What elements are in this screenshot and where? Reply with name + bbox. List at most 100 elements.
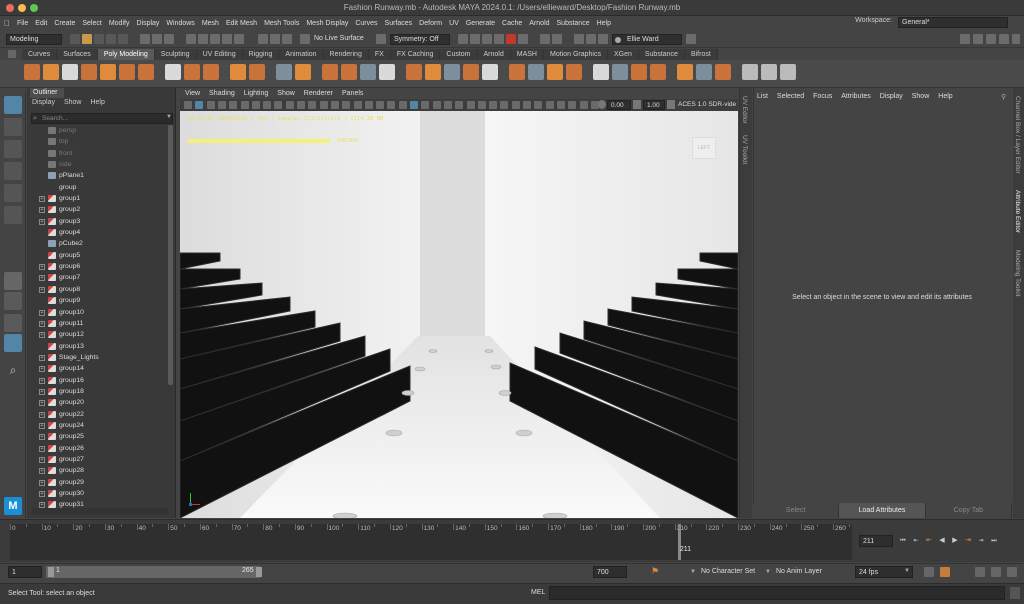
lighting-icon[interactable] xyxy=(534,101,543,109)
expand-icon[interactable]: + xyxy=(39,320,45,327)
film-gate-icon[interactable] xyxy=(263,101,272,109)
planar-map-icon[interactable] xyxy=(696,64,712,80)
outliner-item[interactable]: group4 xyxy=(31,227,167,238)
outliner-tab[interactable]: Outliner xyxy=(30,88,64,98)
render-setup-icon[interactable] xyxy=(518,34,528,44)
poly-plane-icon[interactable] xyxy=(119,64,135,80)
outliner-item[interactable]: + group11 xyxy=(31,318,167,329)
render-view-icon[interactable] xyxy=(506,34,516,44)
ipr-render-icon[interactable] xyxy=(470,34,480,44)
fill-hole-icon[interactable] xyxy=(463,64,479,80)
camera-attributes-icon[interactable] xyxy=(195,101,204,109)
output-ops-icon[interactable] xyxy=(282,34,292,44)
go-to-start-icon[interactable]: ⏮ xyxy=(898,536,908,546)
menu-edit-mesh[interactable]: Edit Mesh xyxy=(226,20,257,27)
shelf-tab-mash[interactable]: MASH xyxy=(510,49,544,60)
script-editor-icon[interactable] xyxy=(1010,587,1020,599)
outliner-item[interactable]: pCube2 xyxy=(31,238,167,249)
textured-icon[interactable] xyxy=(364,101,373,109)
save-scene-icon[interactable] xyxy=(94,34,104,44)
outliner-item[interactable]: group xyxy=(31,182,167,193)
pin-icon[interactable]: ⚲ xyxy=(1001,93,1006,101)
viewport-menu-show[interactable]: Show xyxy=(277,89,295,99)
outliner-item[interactable]: + group1 xyxy=(31,193,167,204)
poly-cube-icon[interactable] xyxy=(43,64,59,80)
grease-pencil-icon[interactable] xyxy=(240,101,249,109)
expand-icon[interactable]: + xyxy=(39,207,45,214)
viewport-menu-shading[interactable]: Shading xyxy=(209,89,235,99)
key-settings-icon[interactable] xyxy=(940,567,950,577)
ae-menu-attributes[interactable]: Attributes xyxy=(841,93,871,100)
snap-view-plane-icon[interactable] xyxy=(222,34,232,44)
bounding-box-icon[interactable] xyxy=(556,101,565,109)
scale-tool-icon[interactable] xyxy=(4,206,22,224)
bevel-icon[interactable] xyxy=(444,64,460,80)
tab-channel-box[interactable]: Channel Box / Layer Editor xyxy=(1014,96,1021,174)
tab-uv-editor[interactable]: UV Editor xyxy=(741,96,748,124)
quad-draw-icon[interactable] xyxy=(276,64,292,80)
sweep-mesh-icon[interactable] xyxy=(203,64,219,80)
menu-substance[interactable]: Substance xyxy=(557,20,590,27)
redo-icon[interactable] xyxy=(118,34,128,44)
safe-title-icon[interactable] xyxy=(319,101,328,109)
lasso-tool-icon[interactable] xyxy=(4,118,22,136)
expand-icon[interactable]: + xyxy=(39,400,45,407)
move-tool-icon[interactable] xyxy=(4,162,22,180)
type-icon[interactable] xyxy=(230,64,246,80)
command-input[interactable] xyxy=(549,586,1005,600)
expand-icon[interactable]: + xyxy=(39,411,45,418)
gamma-field[interactable]: 1.00 xyxy=(643,100,665,110)
shadows-icon[interactable] xyxy=(387,101,396,109)
mode-icon[interactable] xyxy=(574,34,584,44)
safe-action-icon[interactable] xyxy=(308,101,317,109)
auto-map-icon[interactable] xyxy=(715,64,731,80)
menu-display[interactable]: Display xyxy=(136,20,159,27)
ae-load-attributes-button[interactable]: Load Attributes xyxy=(839,503,926,518)
svg-icon[interactable] xyxy=(249,64,265,80)
camera-settings-icon[interactable] xyxy=(500,101,509,109)
shelf-tab-fx-caching[interactable]: FX Caching xyxy=(390,49,441,60)
combine-icon[interactable] xyxy=(295,64,311,80)
expand-icon[interactable]: + xyxy=(39,332,45,339)
exposure-field[interactable]: 0.00 xyxy=(607,100,631,110)
current-time-marker[interactable] xyxy=(677,524,681,560)
snap-curve-icon[interactable] xyxy=(198,34,208,44)
chevron-down-icon[interactable]: ▼ xyxy=(765,569,771,575)
toggle-outliner-icon[interactable] xyxy=(1012,34,1020,44)
expand-icon[interactable]: + xyxy=(39,218,45,225)
outliner-item[interactable]: + group26 xyxy=(31,443,167,454)
shelf-tab-poly-modeling[interactable]: Poly Modeling xyxy=(97,49,155,60)
shelf-tab-xgen[interactable]: XGen xyxy=(607,49,639,60)
exposure-icon[interactable] xyxy=(598,100,606,109)
history-icon[interactable] xyxy=(258,34,268,44)
expand-icon[interactable]: + xyxy=(39,275,45,282)
apple-icon[interactable]:  xyxy=(4,19,10,28)
expand-icon[interactable]: + xyxy=(39,366,45,373)
outliner-item[interactable]: + group7 xyxy=(31,272,167,283)
select-object-icon[interactable] xyxy=(152,34,162,44)
current-frame-field[interactable]: 211 xyxy=(859,535,893,547)
menu-generate[interactable]: Generate xyxy=(466,20,495,27)
sound-icon[interactable] xyxy=(975,567,985,577)
expand-icon[interactable]: + xyxy=(39,309,45,316)
viewport-menu-view[interactable]: View xyxy=(185,89,200,99)
flat-shade-icon[interactable] xyxy=(545,101,554,109)
ae-menu-selected[interactable]: Selected xyxy=(777,93,804,100)
snap-grid-icon[interactable] xyxy=(186,34,196,44)
select-hierarchy-icon[interactable] xyxy=(140,34,150,44)
expand-icon[interactable]: + xyxy=(39,479,45,486)
symmetry-dropdown[interactable]: Symmetry: Off xyxy=(390,34,450,45)
live-surface-label[interactable]: No Live Surface xyxy=(314,35,364,42)
menu-modify[interactable]: Modify xyxy=(109,20,130,27)
search-icon[interactable]: ⌕ xyxy=(4,362,22,380)
expand-icon[interactable]: + xyxy=(39,196,45,203)
outliner-item[interactable]: side xyxy=(31,159,167,170)
range-end-handle[interactable] xyxy=(256,567,262,577)
menu-mesh[interactable]: Mesh xyxy=(202,20,219,27)
xray-joints-icon[interactable] xyxy=(466,101,475,109)
menu-set-dropdown[interactable]: Modeling xyxy=(6,34,62,45)
script-language-toggle[interactable]: MEL xyxy=(531,589,545,596)
menu-create[interactable]: Create xyxy=(54,20,75,27)
gamma-icon[interactable] xyxy=(633,100,641,109)
expand-icon[interactable]: + xyxy=(39,354,45,361)
